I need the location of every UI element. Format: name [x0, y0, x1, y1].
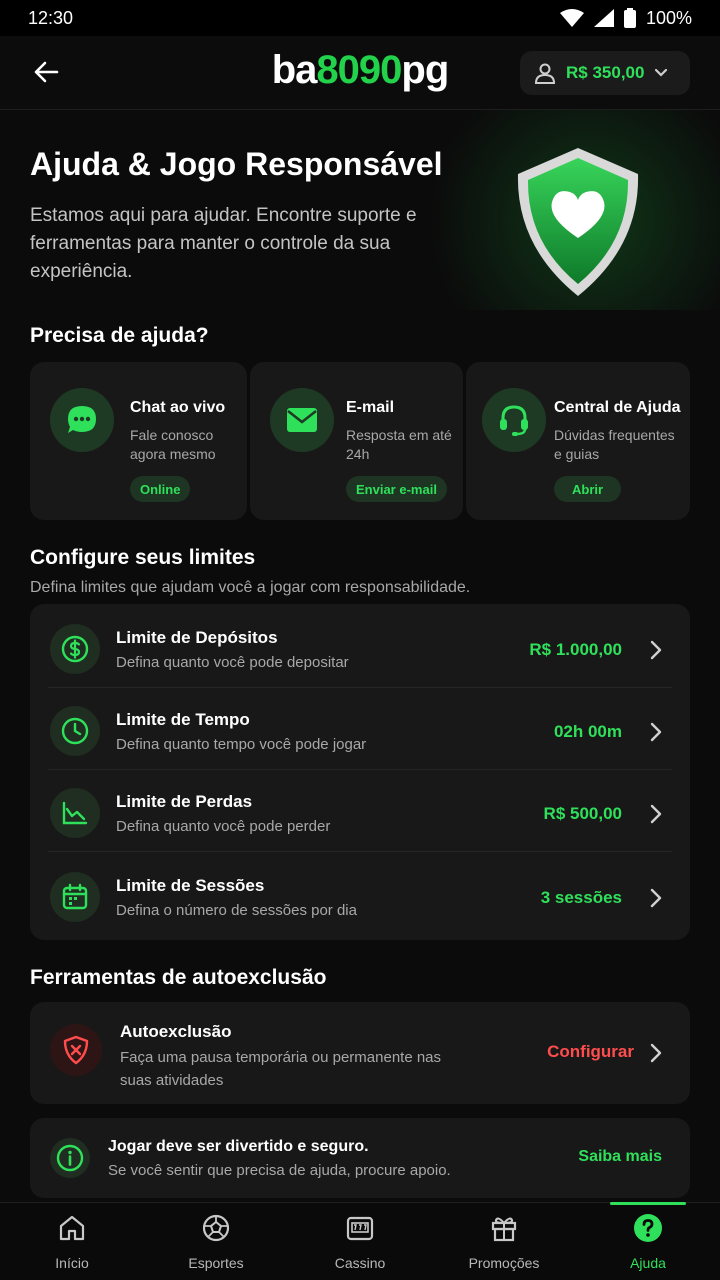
- hero-section: Ajuda & Jogo Responsável Estamos aqui pa…: [0, 110, 720, 310]
- limit-row-deposits[interactable]: Limite de Depósitos Defina quanto você p…: [30, 606, 690, 688]
- limit-row-losses[interactable]: Limite de Perdas Defina quanto você pode…: [30, 770, 690, 852]
- nav-item-sports[interactable]: Esportes: [144, 1203, 288, 1280]
- self-exclusion-title: Autoexclusão: [120, 1022, 232, 1041]
- headset-icon: [482, 388, 546, 452]
- clock-icon: [50, 706, 100, 756]
- user-icon: [534, 63, 556, 84]
- limits-list: Limite de Depósitos Defina quanto você p…: [30, 604, 690, 940]
- active-indicator: [610, 1202, 686, 1205]
- help-card-desc: Dúvidas frequentes e guias: [554, 427, 675, 462]
- page-title: Ajuda & Jogo Responsável: [30, 146, 443, 182]
- gift-icon: [491, 1217, 517, 1242]
- chevron-down-icon: [655, 68, 668, 77]
- nav-item-casino[interactable]: Cassino: [288, 1203, 432, 1280]
- status-time: 12:30: [28, 7, 74, 28]
- wifi-icon: [559, 9, 584, 27]
- self-exclusion-card[interactable]: Autoexclusão Faça uma pausa temporária o…: [30, 1002, 690, 1104]
- logo-part-3: pg: [401, 48, 449, 92]
- slot-icon: [346, 1216, 374, 1241]
- help-card-badge: Online: [130, 476, 191, 502]
- learn-more-link[interactable]: Saiba mais: [578, 1148, 662, 1166]
- help-section-title: Precisa de ajuda?: [30, 324, 209, 347]
- chevron-right-icon: [650, 888, 662, 908]
- chevron-right-icon: [650, 1043, 662, 1063]
- limit-row-sessions[interactable]: Limite de Sessões Defina o número de ses…: [30, 854, 690, 936]
- chevron-right-icon: [650, 640, 662, 660]
- status-icons: 100%: [559, 7, 692, 29]
- limit-desc: Defina quanto você pode perder: [116, 818, 331, 835]
- status-bar: 12:30 100%: [0, 0, 720, 36]
- balance-amount: R$ 350,00: [566, 63, 645, 82]
- self-exclusion-section-title: Ferramentas de autoexclusão: [30, 966, 327, 989]
- help-card-button[interactable]: Enviar e-mail: [346, 476, 447, 502]
- configure-link[interactable]: Configurar: [547, 1042, 634, 1062]
- row-divider: [48, 851, 672, 852]
- calendar-icon: [50, 872, 100, 922]
- help-card-title: Central de Ajuda: [554, 399, 681, 416]
- limit-row-time[interactable]: Limite de Tempo Defina quanto tempo você…: [30, 688, 690, 770]
- limit-desc: Defina o número de sessões por dia: [116, 902, 357, 919]
- limits-section-subtitle: Defina limites que ajudam você a jogar c…: [30, 579, 471, 596]
- home-icon: [59, 1215, 85, 1241]
- info-banner: Jogar deve ser divertido e seguro. Se vo…: [30, 1118, 690, 1198]
- signal-icon: [593, 9, 614, 27]
- self-exclusion-desc: Faça uma pausa temporária ou permanente …: [120, 1049, 442, 1089]
- chevron-right-icon: [650, 804, 662, 824]
- limit-desc: Defina quanto tempo você pode jogar: [116, 736, 367, 753]
- help-card-button[interactable]: Abrir: [554, 476, 622, 502]
- help-card-chat[interactable]: Chat ao vivo Fale conosco agora mesmo On…: [30, 362, 247, 520]
- limits-section-title: Configure seus limites: [30, 546, 256, 569]
- nav-item-help[interactable]: Ajuda: [576, 1202, 720, 1280]
- info-desc: Se você sentir que precisa de ajuda, pro…: [108, 1162, 451, 1179]
- nav-label: Promoções: [468, 1255, 540, 1271]
- mail-icon: [270, 388, 334, 452]
- limit-desc: Defina quanto você pode depositar: [116, 654, 349, 671]
- nav-label: Ajuda: [630, 1255, 666, 1271]
- limit-value: R$ 500,00: [543, 804, 622, 823]
- logo-part-1: ba: [271, 48, 318, 92]
- nav-label: Esportes: [188, 1255, 244, 1271]
- page-subtitle: Estamos aqui para ajudar. Encontre supor…: [30, 205, 417, 282]
- limit-value: 3 sessões: [540, 888, 622, 907]
- nav-item-home[interactable]: Início: [0, 1203, 144, 1280]
- balance-button[interactable]: R$ 350,00: [520, 51, 690, 95]
- app-header: ba8090pg R$ 350,00: [0, 36, 720, 110]
- chat-icon: [50, 388, 114, 452]
- nav-item-promotions[interactable]: Promoções: [432, 1203, 576, 1280]
- help-card-desc: Fale conosco agora mesmo: [130, 427, 216, 462]
- limit-title: Limite de Sessões: [116, 876, 265, 895]
- battery-level: 100%: [645, 7, 692, 28]
- limit-title: Limite de Tempo: [116, 710, 250, 729]
- shield-heart-icon: [517, 148, 639, 296]
- nav-label: Cassino: [334, 1255, 386, 1271]
- help-card-center[interactable]: Central de Ajuda Dúvidas frequentes e gu…: [466, 362, 690, 520]
- help-card-email[interactable]: E-mail Resposta em até 24h Enviar e-mail: [250, 362, 463, 520]
- shield-x-icon: [50, 1024, 102, 1076]
- dollar-icon: [50, 624, 100, 674]
- limit-title: Limite de Depósitos: [116, 628, 278, 647]
- logo-part-2: 8090: [316, 48, 402, 92]
- help-card-title: E-mail: [346, 399, 395, 416]
- chevron-right-icon: [650, 722, 662, 742]
- battery-icon: [623, 8, 636, 28]
- info-icon: [50, 1138, 90, 1178]
- limit-value: R$ 1.000,00: [529, 640, 622, 659]
- bottom-nav: Início Esportes Cassino Promoções Ajuda: [0, 1202, 720, 1280]
- limit-title: Limite de Perdas: [116, 792, 253, 811]
- limit-value: 02h 00m: [553, 722, 622, 741]
- info-title: Jogar deve ser divertido e seguro.: [108, 1138, 369, 1155]
- nav-label: Início: [55, 1255, 89, 1271]
- trend-down-icon: [50, 788, 100, 838]
- ball-icon: [202, 1214, 230, 1242]
- help-card-title: Chat ao vivo: [130, 399, 226, 416]
- help-card-desc: Resposta em até 24h: [346, 427, 452, 462]
- help-icon: [634, 1214, 662, 1242]
